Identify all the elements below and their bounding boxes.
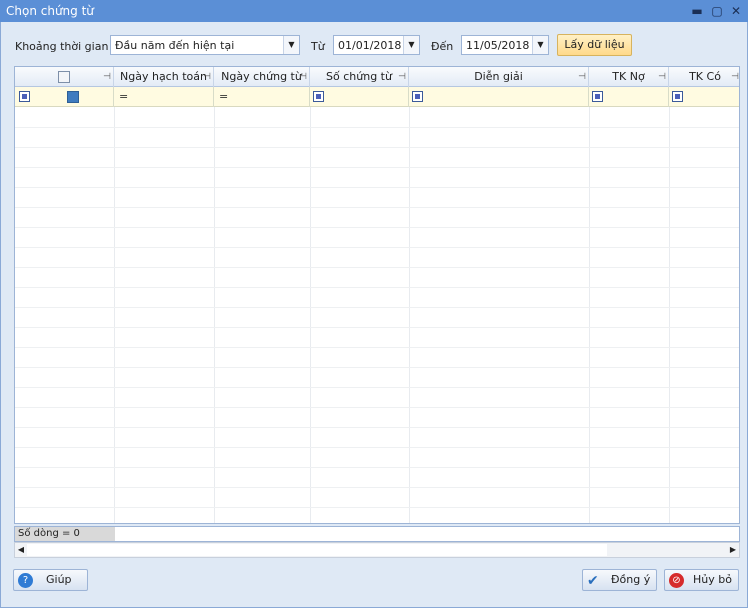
grid-line [15,387,739,388]
grid-line [15,487,739,488]
grid-header: ⊣ Ngày hạch toán ⊣ Ngày chứng từ ⊣ Số ch… [15,67,739,87]
grid-line [15,147,739,148]
to-date-value: 11/05/2018 [466,39,530,52]
select-all-checkbox[interactable] [58,71,70,83]
checkbox-filter-icon[interactable] [67,91,79,103]
pin-icon[interactable]: ⊣ [203,67,211,87]
grid-line [15,267,739,268]
window-title: Chọn chứng từ [6,4,94,18]
filter-cell-voucher-number[interactable] [310,87,409,107]
column-label: TK Nợ [612,70,645,83]
cancel-button[interactable]: ⊘ Hủy bỏ [664,569,739,591]
period-label: Khoảng thời gian [15,40,109,53]
filter-operator-icon[interactable] [672,91,683,102]
period-combo[interactable]: Đầu năm đến hiện tại ▼ [110,35,300,55]
minimize-icon[interactable]: ▬ [688,2,706,20]
pin-icon[interactable]: ⊣ [658,67,666,87]
help-icon: ? [18,573,33,588]
filter-operator-icon[interactable] [412,91,423,102]
ok-button[interactable]: ✔ Đồng ý [582,569,657,591]
grid-line [669,107,670,523]
fetch-data-button[interactable]: Lấy dữ liệu [557,34,632,56]
cancel-label: Hủy bỏ [693,573,732,586]
grid-line [409,107,410,523]
col-voucher-number[interactable]: Số chứng từ ⊣ [310,67,409,87]
column-label: Ngày chứng từ [221,70,302,83]
calendar-dropdown-icon[interactable]: ▼ [403,36,419,54]
period-value: Đầu năm đến hiện tại [115,39,235,52]
column-label: Ngày hạch toán [120,70,207,83]
col-voucher-date[interactable]: Ngày chứng từ ⊣ [214,67,310,87]
grid-line [15,227,739,228]
pin-icon[interactable]: ⊣ [299,67,307,87]
from-date-value: 01/01/2018 [338,39,402,52]
filter-row: = = [15,87,739,107]
col-debit-account[interactable]: TK Nợ ⊣ [589,67,669,87]
grid-line [15,207,739,208]
row-count: Số dòng = 0 [15,527,115,541]
scrollbar-thumb[interactable] [27,544,607,556]
chevron-down-icon[interactable]: ▼ [283,36,299,54]
grid-footer: Số dòng = 0 [14,526,740,542]
col-description[interactable]: Diễn giải ⊣ [409,67,589,87]
grid-line [589,107,590,523]
column-label: TK Có [689,70,721,83]
grid-line [15,167,739,168]
equals-icon[interactable]: = [219,90,228,103]
to-date-field[interactable]: 11/05/2018 ▼ [461,35,549,55]
grid-line [15,287,739,288]
title-bar: Chọn chứng từ ▬ ▢ ✕ [0,0,748,22]
checkmark-icon: ✔ [587,573,599,589]
dialog-body: Khoảng thời gian Đầu năm đến hiện tại ▼ … [0,22,748,608]
grid-line [15,467,739,468]
grid-line [214,107,215,523]
grid-line [114,107,115,523]
help-button[interactable]: ? Giúp [13,569,88,591]
filter-cell-credit-account[interactable] [669,87,739,107]
grid-line [15,247,739,248]
from-label: Từ [311,40,325,53]
ok-label: Đồng ý [611,573,651,586]
maximize-icon[interactable]: ▢ [708,2,726,20]
filter-operator-icon[interactable] [592,91,603,102]
grid-line [15,327,739,328]
filter-cell-debit-account[interactable] [589,87,669,107]
filter-operator-icon[interactable] [313,91,324,102]
scroll-left-icon[interactable]: ◀ [15,543,27,557]
help-label: Giúp [46,573,72,586]
equals-icon[interactable]: = [119,90,128,103]
select-all-header: ⊣ [15,67,114,87]
filter-cell-voucher-date[interactable]: = [214,87,310,107]
grid-line [15,347,739,348]
scroll-right-icon[interactable]: ▶ [727,543,739,557]
grid-line [15,447,739,448]
cancel-icon: ⊘ [669,573,684,588]
col-credit-account[interactable]: TK Có ⊣ [669,67,739,87]
grid-line [310,107,311,523]
grid-line [15,507,739,508]
filter-cell-select[interactable] [15,87,114,107]
filter-operator-icon[interactable] [19,91,30,102]
pin-icon[interactable]: ⊣ [398,67,406,87]
filter-cell-posting-date[interactable]: = [114,87,214,107]
grid-line [15,307,739,308]
column-label: Số chứng từ [326,70,392,83]
col-posting-date[interactable]: Ngày hạch toán ⊣ [114,67,214,87]
calendar-dropdown-icon[interactable]: ▼ [532,36,548,54]
from-date-field[interactable]: 01/01/2018 ▼ [333,35,420,55]
pin-icon[interactable]: ⊣ [578,67,586,87]
grid-line [15,427,739,428]
grid-line [15,407,739,408]
column-label: Diễn giải [474,70,523,83]
to-label: Đến [431,40,454,53]
pin-icon[interactable]: ⊣ [103,67,111,87]
horizontal-scrollbar[interactable]: ◀ ▶ [14,542,740,558]
close-icon[interactable]: ✕ [727,2,745,20]
grid-line [15,187,739,188]
voucher-grid[interactable]: ⊣ Ngày hạch toán ⊣ Ngày chứng từ ⊣ Số ch… [14,66,740,524]
filter-cell-description[interactable] [409,87,589,107]
grid-line [15,127,739,128]
pin-icon[interactable]: ⊣ [731,67,739,87]
grid-line [15,367,739,368]
